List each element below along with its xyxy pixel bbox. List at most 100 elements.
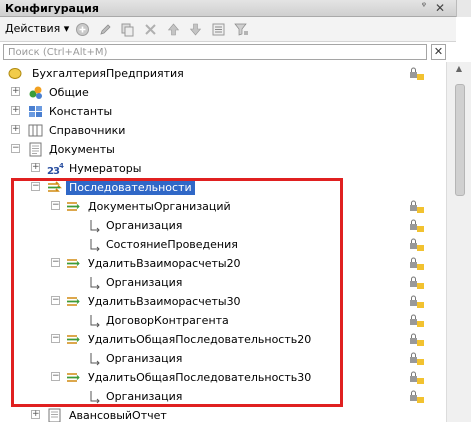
- sequence-icon: [66, 294, 82, 309]
- tree-item-documents[interactable]: − Документы: [0, 140, 446, 159]
- tree-item-catalogs[interactable]: + Справочники: [0, 121, 446, 140]
- lock-icon: [409, 200, 425, 214]
- tree-item-dimension[interactable]: ДоговорКонтрагента: [0, 311, 446, 330]
- numerators-icon: 234: [47, 161, 64, 177]
- expand-toggle[interactable]: +: [11, 125, 20, 134]
- lock-icon: [409, 371, 425, 385]
- tree-item-label: Организация: [106, 276, 183, 289]
- expand-toggle[interactable]: +: [11, 106, 20, 115]
- collapse-toggle[interactable]: −: [51, 258, 60, 267]
- document-icon: [47, 408, 63, 422]
- collapse-toggle[interactable]: −: [51, 334, 60, 343]
- list-icon[interactable]: [211, 22, 226, 37]
- tree-item-label: УдалитьВзаиморасчеты30: [88, 295, 241, 308]
- collapse-toggle[interactable]: −: [51, 201, 60, 210]
- tree-item-label: Константы: [49, 105, 113, 118]
- collapse-toggle[interactable]: −: [51, 372, 60, 381]
- tree-item-dimension[interactable]: Организация: [0, 273, 446, 292]
- configuration-icon: [8, 66, 24, 81]
- actions-menu-button[interactable]: Действия ▾: [5, 22, 69, 35]
- search-input[interactable]: [4, 45, 426, 60]
- tree-item-dimension[interactable]: Организация: [0, 349, 446, 368]
- tree-item-dimension[interactable]: Организация: [0, 216, 446, 235]
- lock-icon: [409, 219, 425, 233]
- sequence-icon: [66, 332, 82, 347]
- dimension-icon: [88, 218, 104, 233]
- scrollbar-thumb[interactable]: [455, 84, 465, 196]
- lock-icon: [409, 276, 425, 290]
- tree-item-document[interactable]: + АвансовыйОтчет: [0, 406, 446, 422]
- documents-icon: [28, 142, 44, 157]
- dimension-icon: [88, 313, 104, 328]
- tree-item-label: Общие: [49, 86, 89, 99]
- move-down-icon[interactable]: [188, 22, 203, 37]
- pin-icon[interactable]: ᵠ: [418, 1, 430, 15]
- tree-item-dimension[interactable]: СостояниеПроведения: [0, 235, 446, 254]
- tree-item-sequence[interactable]: − УдалитьОбщаяПоследовательность20: [0, 330, 446, 349]
- tree-item-sequence[interactable]: − УдалитьОбщаяПоследовательность30: [0, 368, 446, 387]
- add-icon[interactable]: [75, 22, 90, 37]
- clear-search-button[interactable]: ✕: [431, 44, 446, 60]
- scroll-up-icon[interactable]: ▲: [453, 64, 465, 76]
- tree-item-label: Нумераторы: [69, 162, 142, 175]
- tree-item-label: УдалитьОбщаяПоследовательность30: [88, 371, 312, 384]
- tree-item-root[interactable]: БухгалтерияПредприятия: [0, 64, 446, 83]
- lock-icon: [409, 238, 425, 252]
- collapse-toggle[interactable]: −: [11, 144, 20, 153]
- collapse-toggle[interactable]: −: [51, 296, 60, 305]
- lock-icon: [409, 390, 425, 404]
- dimension-icon: [88, 389, 104, 404]
- sequence-icon: [66, 199, 82, 214]
- catalogs-icon: [28, 123, 44, 138]
- move-up-icon[interactable]: [166, 22, 181, 37]
- search-row: ✕: [0, 42, 471, 62]
- dimension-icon: [88, 237, 104, 252]
- close-icon[interactable]: ✕: [433, 1, 447, 15]
- sequence-icon: [66, 370, 82, 385]
- vertical-scrollbar[interactable]: ▲: [446, 62, 471, 422]
- tree-item-label: Организация: [106, 219, 183, 232]
- tree-item-label: АвансовыйОтчет: [69, 409, 167, 422]
- tree-item-label: Организация: [106, 352, 183, 365]
- expand-toggle[interactable]: +: [31, 163, 40, 172]
- tree-item-label: УдалитьВзаиморасчеты20: [88, 257, 241, 270]
- common-objects-icon: [28, 85, 44, 100]
- tree-item-label: Последовательности: [66, 180, 195, 195]
- configuration-tree: БухгалтерияПредприятия + Общие + Констан…: [0, 62, 446, 422]
- lock-icon: [409, 352, 425, 366]
- tree-item-label: УдалитьОбщаяПоследовательность20: [88, 333, 312, 346]
- collapse-toggle[interactable]: −: [31, 182, 40, 191]
- sequence-icon: [66, 256, 82, 271]
- tree-item-label: Организация: [106, 390, 183, 403]
- tree-item-sequence[interactable]: − УдалитьВзаиморасчеты20: [0, 254, 446, 273]
- lock-icon: [409, 295, 425, 309]
- constants-icon: [28, 104, 44, 119]
- tree-item-common[interactable]: + Общие: [0, 83, 446, 102]
- tree-item-label: Документы: [49, 143, 115, 156]
- sequences-icon: [47, 180, 63, 195]
- search-box: [3, 44, 427, 60]
- tree-item-label: БухгалтерияПредприятия: [32, 67, 184, 80]
- lock-icon: [409, 257, 425, 271]
- copy-icon[interactable]: [120, 22, 135, 37]
- window-edge: [456, 0, 471, 17]
- tree-item-sequence[interactable]: − ДокументыОрганизаций: [0, 197, 446, 216]
- delete-icon[interactable]: [143, 22, 158, 37]
- tree-item-label: ДоговорКонтрагента: [106, 314, 229, 327]
- tree-item-sequences[interactable]: − Последовательности: [0, 178, 446, 197]
- tree-item-label: Справочники: [49, 124, 126, 137]
- expand-toggle[interactable]: +: [31, 410, 40, 419]
- lock-icon: [409, 333, 425, 347]
- tree-item-dimension[interactable]: Организация: [0, 387, 446, 406]
- dimension-icon: [88, 275, 104, 290]
- expand-toggle[interactable]: +: [11, 87, 20, 96]
- edit-icon[interactable]: [98, 22, 113, 37]
- tree-item-numerators[interactable]: + 234 Нумераторы: [0, 159, 446, 178]
- lock-icon: [409, 314, 425, 328]
- svg-text:4: 4: [59, 162, 64, 170]
- lock-icon: [409, 67, 425, 81]
- toolbar: Действия ▾: [0, 17, 456, 42]
- filter-icon[interactable]: [234, 22, 249, 37]
- tree-item-sequence[interactable]: − УдалитьВзаиморасчеты30: [0, 292, 446, 311]
- tree-item-constants[interactable]: + Константы: [0, 102, 446, 121]
